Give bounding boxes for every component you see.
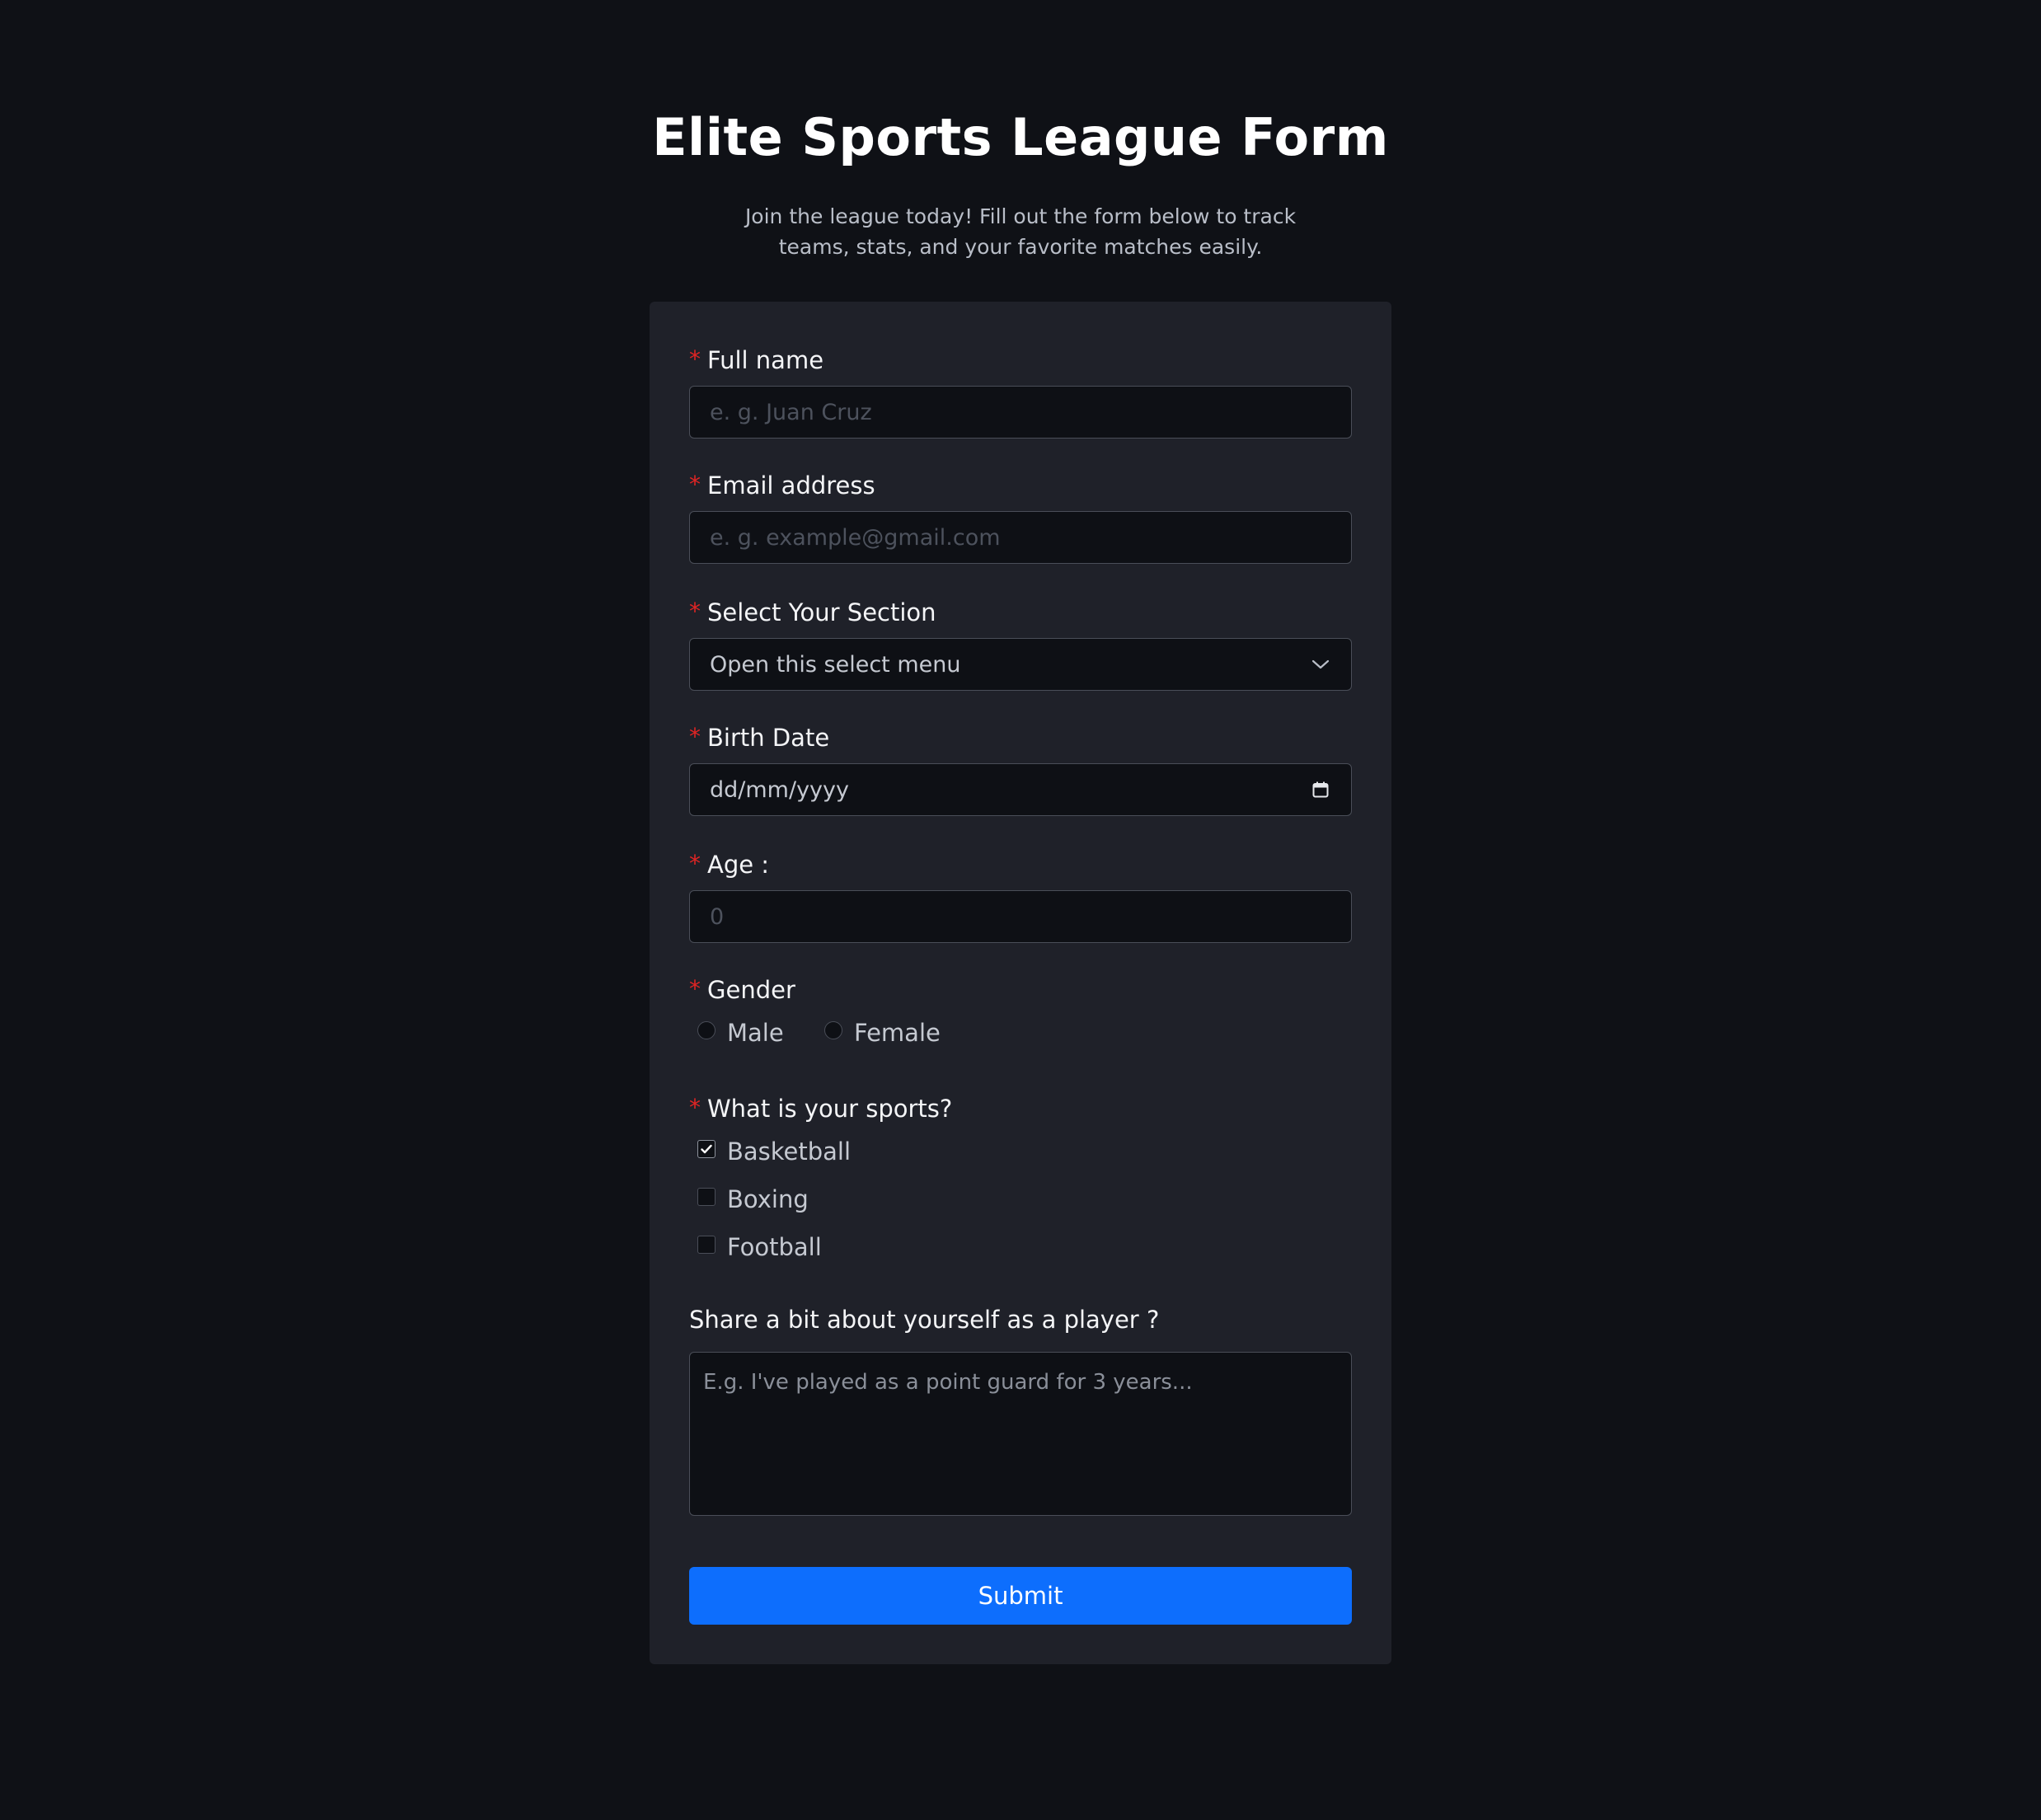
page-title: Elite Sports League Form bbox=[652, 107, 1389, 167]
sport-option-boxing[interactable]: Boxing bbox=[697, 1185, 809, 1213]
required-marker: * bbox=[689, 723, 701, 750]
birth-date-label: * Birth Date bbox=[689, 723, 830, 752]
checkbox-checked[interactable] bbox=[697, 1140, 716, 1158]
sport-option-basketball[interactable]: Basketball bbox=[697, 1138, 851, 1166]
email-label: * Email address bbox=[689, 471, 875, 500]
full-name-label: * Full name bbox=[689, 345, 824, 374]
required-marker: * bbox=[689, 850, 701, 877]
sport-option-label: Basketball bbox=[727, 1138, 852, 1166]
radio-button[interactable] bbox=[697, 1021, 716, 1039]
required-marker: * bbox=[689, 598, 701, 625]
sport-option-football[interactable]: Football bbox=[697, 1233, 822, 1261]
age-label: * Age : bbox=[689, 850, 770, 879]
required-marker: * bbox=[689, 471, 701, 498]
radio-button[interactable] bbox=[824, 1021, 842, 1039]
gender-option-label: Female bbox=[854, 1019, 941, 1047]
age-input[interactable] bbox=[689, 890, 1352, 943]
section-select-value: Open this select menu bbox=[710, 651, 961, 678]
gender-option-female[interactable]: Female bbox=[824, 1019, 941, 1047]
checkbox[interactable] bbox=[697, 1236, 716, 1254]
form-card: *Full name *Email address *Select Your S… bbox=[650, 302, 1391, 1664]
section-label: * Select Your Section bbox=[689, 598, 936, 626]
required-marker: * bbox=[689, 1094, 701, 1121]
birth-date-input[interactable]: dd/mm/yyyy bbox=[689, 763, 1352, 816]
gender-option-label: Male bbox=[727, 1019, 784, 1047]
sport-option-label: Boxing bbox=[727, 1185, 809, 1213]
chevron-down-icon bbox=[1310, 654, 1331, 675]
gender-option-male[interactable]: Male bbox=[697, 1019, 784, 1047]
sport-option-label: Football bbox=[727, 1233, 822, 1261]
full-name-input[interactable] bbox=[689, 386, 1352, 439]
about-label: Share a bit about yourself as a player ? bbox=[689, 1306, 1160, 1334]
required-marker: * bbox=[689, 345, 701, 373]
about-textarea[interactable] bbox=[689, 1352, 1352, 1516]
checkbox[interactable] bbox=[697, 1188, 716, 1206]
check-icon bbox=[701, 1144, 712, 1154]
section-select[interactable]: Open this select menu bbox=[689, 638, 1352, 691]
page-subtitle: Join the league today! Fill out the form… bbox=[744, 204, 1297, 259]
calendar-icon[interactable] bbox=[1310, 779, 1331, 800]
birth-date-value: dd/mm/yyyy bbox=[710, 776, 849, 803]
sports-label: * What is your sports? bbox=[689, 1094, 953, 1123]
required-marker: * bbox=[689, 975, 701, 1002]
submit-button[interactable]: Submit bbox=[689, 1567, 1352, 1625]
gender-label: * Gender bbox=[689, 975, 795, 1004]
email-input[interactable] bbox=[689, 511, 1352, 564]
